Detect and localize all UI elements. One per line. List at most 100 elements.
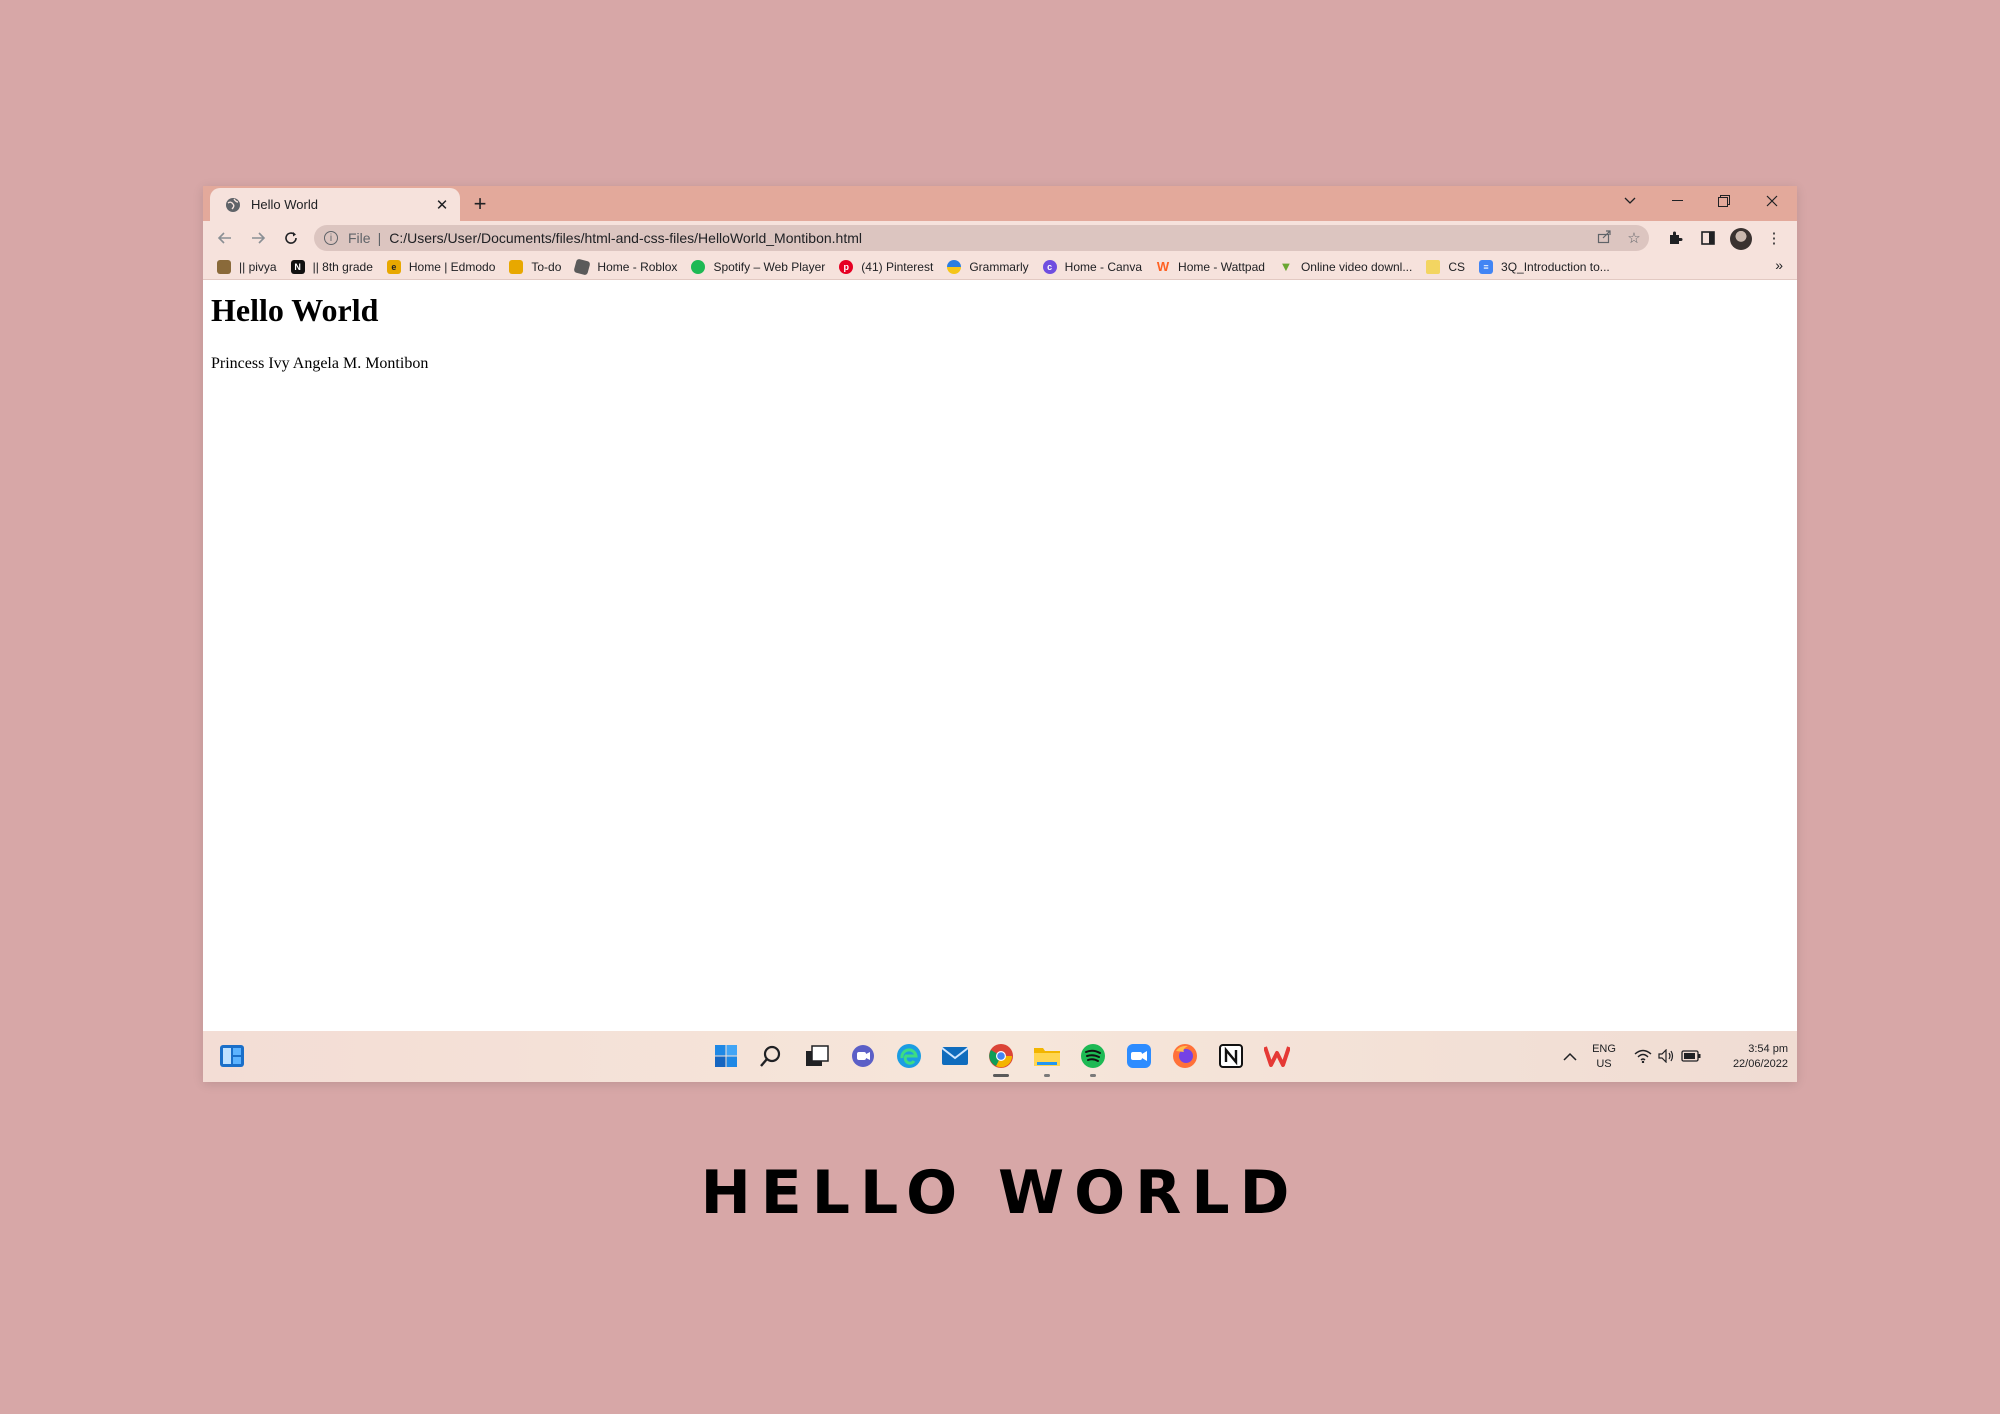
chevron-up-icon[interactable] — [1555, 1041, 1585, 1071]
roblox-icon — [573, 257, 591, 276]
forward-arrow-icon — [252, 232, 266, 244]
bookmark-item[interactable]: Grammarly — [947, 259, 1029, 274]
notion-icon[interactable] — [1216, 1041, 1246, 1071]
task-view-icon[interactable] — [802, 1041, 832, 1071]
close-tab-icon[interactable]: ✕ — [430, 193, 454, 217]
tab-strip: Hello World ✕ + — [203, 186, 1797, 221]
download-icon: ▼ — [1279, 259, 1293, 274]
firefox-icon[interactable] — [1170, 1041, 1200, 1071]
back-button[interactable] — [213, 226, 237, 250]
bookmark-item[interactable]: e Home | Edmodo — [386, 259, 496, 274]
extensions-icon[interactable] — [1663, 226, 1687, 250]
bookmarks-bar: || pivya N || 8th grade e Home | Edmodo To… — [203, 254, 1797, 280]
docs-icon: ≡ — [1479, 259, 1494, 274]
share-icon[interactable] — [1589, 229, 1619, 248]
bookmark-label: Home - Roblox — [597, 259, 678, 274]
back-arrow-icon — [217, 232, 231, 244]
notion-icon: N — [290, 259, 305, 274]
bookmark-label: (41) Pinterest — [861, 259, 934, 274]
reload-button[interactable] — [279, 226, 303, 250]
bookmark-item[interactable]: W Home - Wattpad — [1156, 259, 1265, 274]
side-panel-icon[interactable] — [1696, 226, 1720, 250]
language-region: US — [1596, 1058, 1612, 1070]
bookmark-label: || pivya — [239, 259, 277, 274]
bookmark-label: Grammarly — [969, 259, 1029, 274]
bookmark-item[interactable]: ▼ Online video downl... — [1279, 259, 1413, 274]
language-indicator[interactable]: ENG US — [1588, 1042, 1620, 1072]
scheme-label: File — [348, 230, 371, 246]
bookmarks-overflow-button[interactable]: » — [1775, 257, 1783, 273]
caption-title: HELLO WORLD — [700, 1158, 1300, 1228]
spotify-icon — [691, 259, 706, 274]
bookmark-label: To-do — [531, 259, 562, 274]
bookmark-label: Online video downl... — [1300, 259, 1413, 274]
tab-hello-world[interactable]: Hello World ✕ — [210, 188, 460, 221]
page-heading: Hello World — [211, 292, 379, 328]
language-code: ENG — [1592, 1043, 1616, 1055]
tab-search-icon[interactable] — [1607, 186, 1653, 216]
photo-icon — [217, 259, 231, 274]
bookmark-star-icon[interactable]: ☆ — [1619, 229, 1649, 247]
new-tab-button[interactable]: + — [468, 191, 492, 216]
forward-button[interactable] — [246, 226, 270, 250]
search-icon[interactable] — [756, 1041, 786, 1071]
tab-title: Hello World — [251, 197, 318, 212]
wps-office-icon[interactable] — [1262, 1041, 1292, 1071]
wattpad-icon: W — [1156, 259, 1170, 274]
file-explorer-icon[interactable] — [1032, 1041, 1062, 1077]
bookmark-item[interactable]: p (41) Pinterest — [839, 259, 934, 274]
close-window-button[interactable] — [1749, 186, 1795, 216]
todo-icon — [509, 259, 524, 274]
restore-button[interactable] — [1701, 186, 1747, 216]
bookmark-item[interactable]: ≡ 3Q_Introduction to... — [1479, 259, 1610, 274]
pinterest-icon: p — [839, 259, 854, 274]
zoom-icon[interactable] — [1124, 1041, 1154, 1071]
canva-icon: c — [1042, 259, 1057, 274]
address-bar[interactable]: i File | C:/Users/User/Documents/files/h… — [314, 225, 1649, 251]
bookmark-item[interactable]: Home - Roblox — [573, 257, 678, 276]
bookmark-label: Home | Edmodo — [408, 259, 496, 274]
chrome-icon[interactable] — [986, 1041, 1016, 1077]
page-content: Hello World Princess Ivy Angela M. Monti… — [203, 280, 1797, 1017]
clock-date: 22/06/2022 — [1732, 1058, 1788, 1070]
reload-icon — [285, 232, 297, 244]
menu-kebab-icon[interactable]: ⋮ — [1762, 226, 1786, 250]
bookmark-item[interactable]: Spotify – Web Player — [691, 259, 826, 274]
info-icon[interactable]: i — [324, 231, 338, 245]
profile-avatar[interactable] — [1730, 228, 1752, 250]
bookmark-item[interactable]: To-do — [509, 259, 562, 274]
mail-icon[interactable] — [940, 1041, 970, 1071]
edge-icon[interactable] — [894, 1041, 924, 1071]
bookmark-label: Home - Wattpad — [1178, 259, 1265, 274]
browser-window: Hello World ✕ + i File | C:/Users/User/D… — [203, 186, 1797, 1082]
scheme-separator: | — [377, 230, 382, 246]
bookmark-item[interactable]: N || 8th grade — [290, 259, 373, 274]
minimize-button[interactable] — [1654, 186, 1700, 216]
battery-icon[interactable] — [1676, 1041, 1706, 1071]
widgets-icon[interactable] — [217, 1041, 247, 1071]
bookmark-item[interactable]: || pivya — [217, 259, 277, 274]
bookmark-label: Spotify – Web Player — [713, 259, 826, 274]
chat-icon[interactable] — [848, 1041, 878, 1071]
clock[interactable]: 3:54 pm 22/06/2022 — [1708, 1042, 1788, 1072]
clock-time: 3:54 pm — [1748, 1043, 1788, 1055]
bookmark-item[interactable]: CS — [1426, 259, 1466, 274]
running-indicator — [1044, 1074, 1050, 1077]
bookmark-label: 3Q_Introduction to... — [1501, 259, 1610, 274]
page-text: Princess Ivy Angela M. Montibon — [211, 355, 429, 372]
active-indicator — [993, 1074, 1009, 1077]
edmodo-icon: e — [386, 259, 401, 274]
taskbar: ENG US 3:54 pm 22/06/2022 — [203, 1031, 1797, 1082]
start-icon[interactable] — [711, 1041, 741, 1071]
folder-icon — [1426, 259, 1441, 274]
bookmark-label: || 8th grade — [312, 259, 373, 274]
bookmark-label: CS — [1448, 259, 1466, 274]
url-text[interactable]: C:/Users/User/Documents/files/html-and-c… — [389, 230, 1589, 246]
bookmark-label: Home - Canva — [1064, 259, 1143, 274]
grammarly-icon — [947, 259, 962, 274]
spotify-icon[interactable] — [1078, 1041, 1108, 1077]
running-indicator — [1090, 1074, 1096, 1077]
globe-icon — [226, 197, 240, 212]
bookmark-item[interactable]: c Home - Canva — [1042, 259, 1143, 274]
browser-toolbar: i File | C:/Users/User/Documents/files/h… — [203, 221, 1797, 254]
